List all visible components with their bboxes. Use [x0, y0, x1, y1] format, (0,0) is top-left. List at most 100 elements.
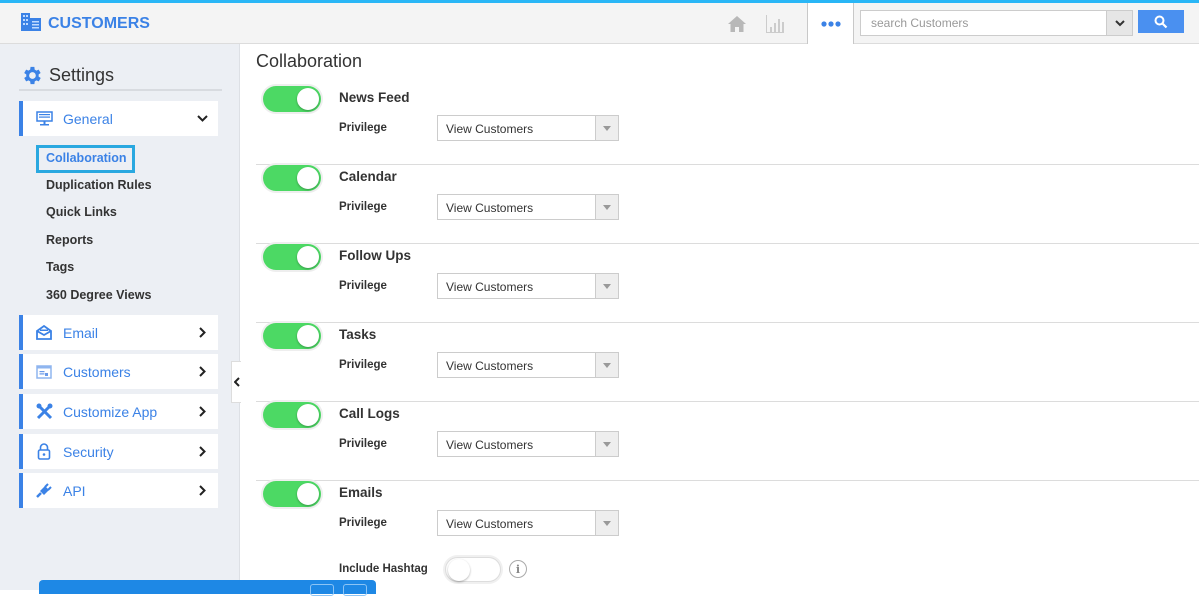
calendar-privilege-select[interactable]: View Customers — [437, 194, 619, 220]
sidebar-subitem-collaboration[interactable]: Collaboration — [46, 151, 127, 165]
emails-privilege-select[interactable]: View Customers — [437, 510, 619, 536]
privilege-label: Privilege — [339, 438, 387, 450]
sidebar-subitem-quick-links[interactable]: Quick Links — [46, 205, 117, 219]
window-icon — [34, 364, 54, 379]
divider — [19, 89, 222, 91]
sidebar-item-label: Email — [63, 324, 99, 341]
search-button[interactable] — [1138, 10, 1184, 33]
section-title: Tasks — [339, 327, 377, 342]
call-logs-privilege-select[interactable]: View Customers — [437, 431, 619, 457]
section-title: Call Logs — [339, 406, 400, 421]
call-logs-toggle[interactable] — [263, 402, 321, 428]
settings-title: Settings — [49, 65, 115, 85]
sidebar-subitem-tags[interactable]: Tags — [46, 260, 74, 274]
toggle-knob — [297, 404, 319, 426]
collab-section-calendar: Calendar Privilege View Customers — [256, 165, 1199, 244]
gear-icon — [24, 66, 41, 85]
tasks-privilege-select[interactable]: View Customers — [437, 352, 619, 378]
include-hashtag-label: Include Hashtag — [339, 563, 428, 575]
chevron-right-icon — [192, 446, 212, 457]
section-title: Follow Ups — [339, 248, 411, 263]
home-button[interactable] — [718, 3, 756, 44]
toggle-knob — [448, 559, 470, 581]
panel-minimize-button[interactable] — [310, 584, 334, 596]
caret-down-icon — [595, 353, 618, 377]
tasks-toggle[interactable] — [263, 323, 321, 349]
sidebar-item-general[interactable]: General — [19, 101, 218, 136]
bar-chart-icon — [766, 14, 784, 33]
chevron-left-icon — [234, 377, 240, 387]
sidebar-item-label: Security — [63, 443, 114, 460]
sidebar-subitem-duplication-rules[interactable]: Duplication Rules — [46, 178, 152, 192]
chevron-down-icon — [1114, 19, 1125, 26]
emails-toggle[interactable] — [263, 481, 321, 507]
section-title: Emails — [339, 485, 383, 500]
privilege-label: Privilege — [339, 280, 387, 292]
app-brand[interactable]: CUSTOMERS — [20, 11, 150, 36]
sidebar-item-security[interactable]: Security — [19, 434, 218, 469]
follow-ups-privilege-select[interactable]: View Customers — [437, 273, 619, 299]
privilege-label: Privilege — [339, 122, 387, 134]
caret-down-icon — [595, 116, 618, 140]
plug-icon — [34, 483, 54, 498]
app-title: CUSTOMERS — [48, 14, 150, 32]
include-hashtag-toggle[interactable] — [445, 557, 501, 582]
caret-down-icon — [595, 274, 618, 298]
sidebar-item-customers[interactable]: Customers — [19, 354, 218, 389]
privilege-value: View Customers — [446, 201, 534, 215]
search-dropdown-button[interactable] — [1107, 10, 1133, 36]
toggle-knob — [297, 88, 319, 110]
app-header: CUSTOMERS search Customers — [0, 3, 1199, 44]
collaboration-panel: Collaboration News Feed Privilege View C… — [241, 44, 1199, 590]
panel-close-button[interactable] — [343, 584, 367, 596]
page-title: Collaboration — [256, 51, 363, 71]
privilege-value: View Customers — [446, 359, 534, 373]
chevron-right-icon — [192, 366, 212, 377]
chevron-down-icon — [192, 115, 212, 122]
privilege-value: View Customers — [446, 517, 534, 531]
search-icon — [1154, 15, 1168, 28]
news-feed-privilege-select[interactable]: View Customers — [437, 115, 619, 141]
sidebar-item-api[interactable]: API — [19, 473, 218, 508]
sidebar-item-label: API — [63, 482, 86, 499]
collab-section-call-logs: Call Logs Privilege View Customers — [256, 402, 1199, 481]
collab-section-news-feed: News Feed Privilege View Customers — [256, 86, 1199, 165]
privilege-label: Privilege — [339, 517, 387, 529]
more-button[interactable] — [807, 3, 854, 44]
home-icon — [728, 15, 746, 32]
more-dots-icon — [820, 20, 841, 27]
follow-ups-toggle[interactable] — [263, 244, 321, 270]
news-feed-toggle[interactable] — [263, 86, 321, 112]
reports-button[interactable] — [756, 3, 794, 44]
caret-down-icon — [595, 511, 618, 535]
toggle-knob — [297, 167, 319, 189]
monitor-icon — [34, 111, 54, 126]
section-title: News Feed — [339, 90, 410, 105]
chevron-right-icon — [192, 406, 212, 417]
privilege-label: Privilege — [339, 201, 387, 213]
sidebar-item-label: Customers — [63, 363, 131, 380]
section-title: Calendar — [339, 169, 397, 184]
building-icon — [20, 11, 42, 36]
sidebar-item-label: General — [63, 110, 113, 127]
toggle-knob — [297, 483, 319, 505]
sidebar-item-email[interactable]: Email — [19, 315, 218, 350]
calendar-toggle[interactable] — [263, 165, 321, 191]
search-input[interactable]: search Customers — [860, 10, 1107, 36]
caret-down-icon — [595, 195, 618, 219]
chevron-right-icon — [192, 327, 212, 338]
chevron-right-icon — [192, 485, 212, 496]
privilege-value: View Customers — [446, 122, 534, 136]
collab-section-tasks: Tasks Privilege View Customers — [256, 323, 1199, 402]
settings-sidebar: Settings General Collaboration Duplicati… — [0, 44, 240, 590]
sidebar-subitem-360-degree-views[interactable]: 360 Degree Views — [46, 288, 151, 302]
toggle-knob — [297, 325, 319, 347]
tools-icon — [34, 403, 54, 420]
info-icon[interactable]: i — [509, 560, 527, 578]
settings-heading: Settings — [20, 64, 114, 87]
sidebar-subitem-reports[interactable]: Reports — [46, 233, 93, 247]
bottom-chat-panel[interactable] — [39, 580, 376, 596]
privilege-value: View Customers — [446, 438, 534, 452]
sidebar-item-customize-app[interactable]: Customize App — [19, 394, 218, 429]
caret-down-icon — [595, 432, 618, 456]
